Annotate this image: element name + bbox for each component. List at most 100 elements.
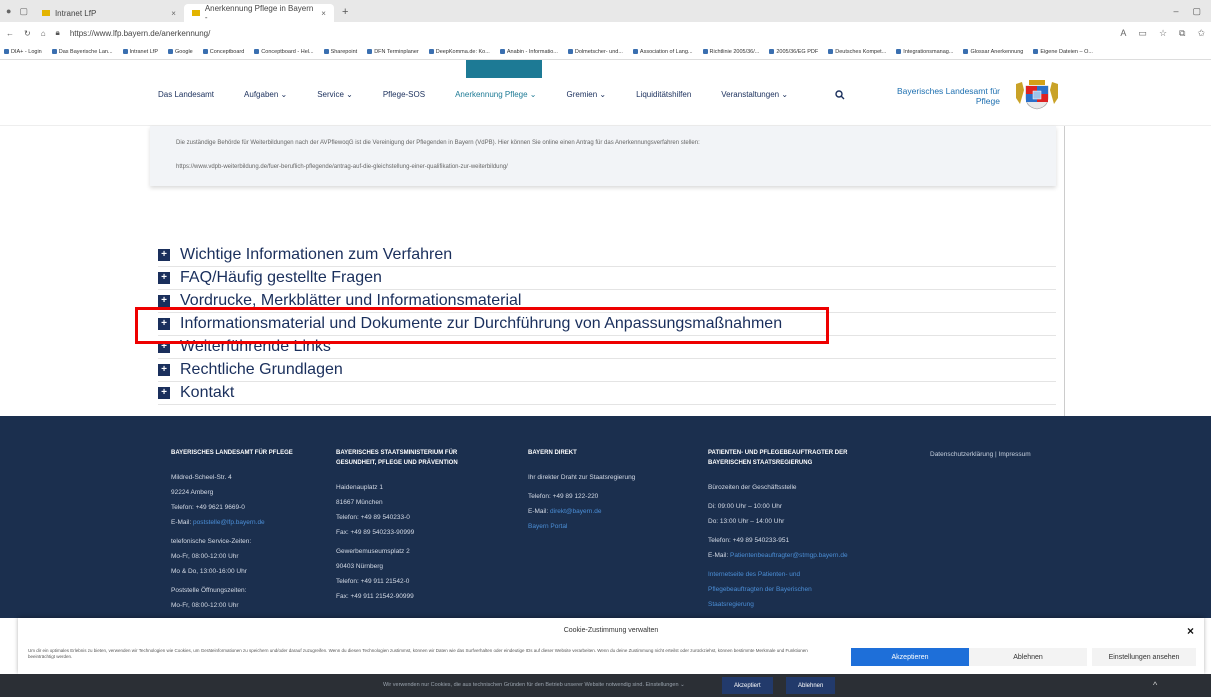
footer-office-hours: Do: 13:00 Uhr – 14:00 Uhr — [708, 518, 785, 525]
bookmark-item[interactable]: 2005/36/EG PDF — [769, 49, 818, 55]
nav-item[interactable]: Pflege-SOS — [383, 90, 425, 99]
footer-col-ministry: BAYERISCHES STAATSMINISTERIUM FÜR GESUND… — [336, 448, 458, 604]
bookmark-item[interactable]: Eigene Dateien – O... — [1033, 49, 1093, 55]
expand-plus-icon[interactable]: + — [158, 249, 170, 261]
deny-cookies-button[interactable]: Ablehnen — [969, 648, 1087, 666]
bookmark-item[interactable]: Conceptboard — [202, 49, 244, 55]
brand-name[interactable]: Bayerisches Landesamt für Pflege — [886, 86, 1000, 106]
collections-icon[interactable]: ⧉ — [1179, 28, 1185, 39]
accordion-item[interactable]: + Wichtige Informationen zum Verfahren — [158, 244, 1056, 267]
footer-email-link[interactable]: direkt@bayern.de — [550, 508, 601, 515]
expand-plus-icon[interactable]: + — [158, 272, 170, 284]
tab-anerkennung[interactable]: Anerkennung Pflege in Bayern - × — [183, 4, 334, 22]
search-icon[interactable] — [835, 90, 845, 102]
bookmark-item[interactable]: Deutsches Kompet... — [828, 49, 886, 55]
read-aloud-icon[interactable]: A — [1120, 28, 1126, 39]
footer-heading-line: PATIENTEN- UND PFLEGEBEAUFTRAGTER DER — [708, 450, 848, 456]
bookmark-item[interactable]: Sharepoint — [323, 49, 357, 55]
expand-plus-icon[interactable]: + — [158, 387, 170, 399]
footer-fax: Fax: +49 89 540233-90999 — [336, 529, 415, 536]
tab-actions-icon[interactable]: ▢ — [19, 6, 28, 17]
footer-website-link[interactable]: Staatsregierung — [708, 597, 848, 612]
bavarian-coat-of-arms-icon[interactable] — [1012, 78, 1062, 110]
bookmark-label: Intranet LfP — [129, 48, 158, 55]
nav-item[interactable]: Gremien ⌄ — [567, 90, 607, 99]
bookmark-item[interactable]: Dolmetscher- und... — [567, 49, 623, 55]
bookmark-item[interactable]: Anabin - Informatio... — [499, 49, 558, 55]
accordion-item[interactable]: + Kontakt — [158, 382, 1056, 405]
profile-icon[interactable]: ● — [6, 6, 11, 17]
footer-email-link[interactable]: Patientenbeauftragter@stmgp.bayern.de — [730, 552, 848, 559]
bookmark-label: Eigene Dateien – O... — [1040, 48, 1093, 55]
bookmarks-bar: DIA+ - Login Das Bayerische Lan... Intrane… — [0, 44, 1211, 60]
footer-address-line: 92224 Amberg — [171, 489, 214, 496]
tab-intranet[interactable]: Intranet LfP × — [34, 4, 184, 22]
bookmark-item[interactable]: Glossar Anerkennung — [963, 49, 1023, 55]
bookmark-icon — [499, 49, 505, 54]
reload-icon[interactable]: ↻ — [24, 29, 31, 38]
bookmark-icon — [632, 49, 638, 54]
footer-legal-links[interactable]: Datenschutzerklärung | Impressum — [930, 451, 1031, 458]
bookmark-item[interactable]: DFN Terminplaner — [367, 49, 419, 55]
footer-office-hours-title: Bürozeiten der Geschäftsstelle — [708, 484, 797, 491]
bookmark-item[interactable]: Google — [167, 49, 193, 55]
bookmark-icon — [323, 49, 329, 54]
footer-phone: Telefon: +49 89 540233-951 — [708, 537, 790, 544]
footer-service-hours: Mo-Fr, 08:00-12:00 Uhr — [171, 553, 239, 560]
nav-item[interactable]: Veranstaltungen ⌄ — [721, 90, 788, 99]
expand-plus-icon[interactable]: + — [158, 295, 170, 307]
bookmark-label: DIA+ - Login — [11, 48, 42, 55]
cookie-bottom-bar: Wir verwenden nur Cookies, die aus techn… — [0, 674, 1211, 697]
footer-email-label: E-Mail: — [708, 552, 731, 559]
url-field[interactable]: https://www.lfp.bayern.de/anerkennung/ — [70, 29, 1111, 38]
footer-email-link[interactable]: poststelle@lfp.bayern.de — [193, 519, 265, 526]
bookmark-icon — [702, 49, 708, 54]
home-icon[interactable]: ⌂ — [41, 29, 46, 38]
nav-item[interactable]: Das Landesamt — [158, 90, 214, 99]
deny-button[interactable]: Ablehnen — [786, 677, 836, 694]
bookmark-label: Richtlinie 2005/36/... — [709, 48, 760, 55]
bookmark-label: Integrationsmanag... — [903, 48, 954, 55]
maximize-icon[interactable]: ▢ — [1192, 6, 1201, 17]
bookmark-icon — [51, 49, 57, 54]
info-link[interactable]: https://www.vdpb-weiterbildung.de/fuer-b… — [176, 164, 508, 170]
accordion-item[interactable]: + FAQ/Häufig gestellte Fragen — [158, 267, 1056, 290]
footer-website-link[interactable]: Internetseite des Patienten- und — [708, 567, 848, 582]
bookmark-label: DeepKomma.de: Ko... — [435, 48, 490, 55]
address-actions: A ▭ ☆ ⧉ ✩ — [1120, 28, 1205, 39]
bookmark-item[interactable]: DeepKomma.de: Ko... — [428, 48, 490, 55]
bookmark-item[interactable]: DIA+ - Login — [4, 49, 42, 55]
scroll-top-icon[interactable]: ^ — [1153, 680, 1157, 690]
accept-cookies-button[interactable]: Akzeptieren — [851, 648, 969, 666]
nav-item[interactable]: Liquiditätshilfen — [636, 90, 691, 99]
site-footer: BAYERISCHES LANDESAMT FÜR PFLEGE Mildred… — [0, 416, 1211, 618]
accepted-button[interactable]: Akzeptiert — [722, 677, 773, 694]
footer-col-patients: PATIENTEN- UND PFLEGEBEAUFTRAGTER DER BA… — [708, 448, 848, 612]
bookmark-item[interactable]: Conceptboard - Hel... — [254, 48, 314, 55]
split-screen-icon[interactable]: ▭ — [1138, 28, 1147, 39]
bookmark-item[interactable]: Das Bayerische Lan... — [51, 49, 113, 55]
bookmark-icon — [167, 49, 173, 54]
accordion-item[interactable]: + Rechtliche Grundlagen — [158, 359, 1056, 382]
close-tab-icon[interactable]: × — [321, 9, 326, 18]
nav-item[interactable]: Anerkennung Pflege ⌄ — [455, 90, 536, 99]
cookie-settings-button[interactable]: Einstellungen ansehen — [1092, 648, 1196, 666]
footer-portal-link[interactable]: Bayern Portal — [528, 519, 635, 534]
close-icon[interactable]: × — [1187, 624, 1194, 638]
bookmark-item[interactable]: Association of Lang... — [632, 49, 693, 55]
bookmark-label: Conceptboard - Hel... — [261, 48, 314, 55]
favorites-bar-icon[interactable]: ✩ — [1197, 28, 1205, 39]
back-icon[interactable]: ← — [6, 29, 14, 38]
new-tab-button[interactable]: + — [334, 6, 356, 22]
nav-item[interactable]: Aufgaben ⌄ — [244, 90, 287, 99]
footer-address-line: Haidenauplatz 1 — [336, 484, 383, 491]
close-tab-icon[interactable]: × — [171, 9, 176, 18]
minimize-icon[interactable]: – — [1173, 6, 1178, 17]
bookmark-item[interactable]: Integrationsmanag... — [896, 49, 953, 55]
bookmark-item[interactable]: Intranet LfP — [122, 48, 158, 55]
expand-plus-icon[interactable]: + — [158, 364, 170, 376]
favorite-star-icon[interactable]: ☆ — [1159, 28, 1167, 39]
footer-website-link[interactable]: Pflegebeauftragten der Bayerischen — [708, 582, 848, 597]
bookmark-item[interactable]: Richtlinie 2005/36/... — [702, 48, 760, 55]
nav-item[interactable]: Service ⌄ — [317, 90, 353, 99]
